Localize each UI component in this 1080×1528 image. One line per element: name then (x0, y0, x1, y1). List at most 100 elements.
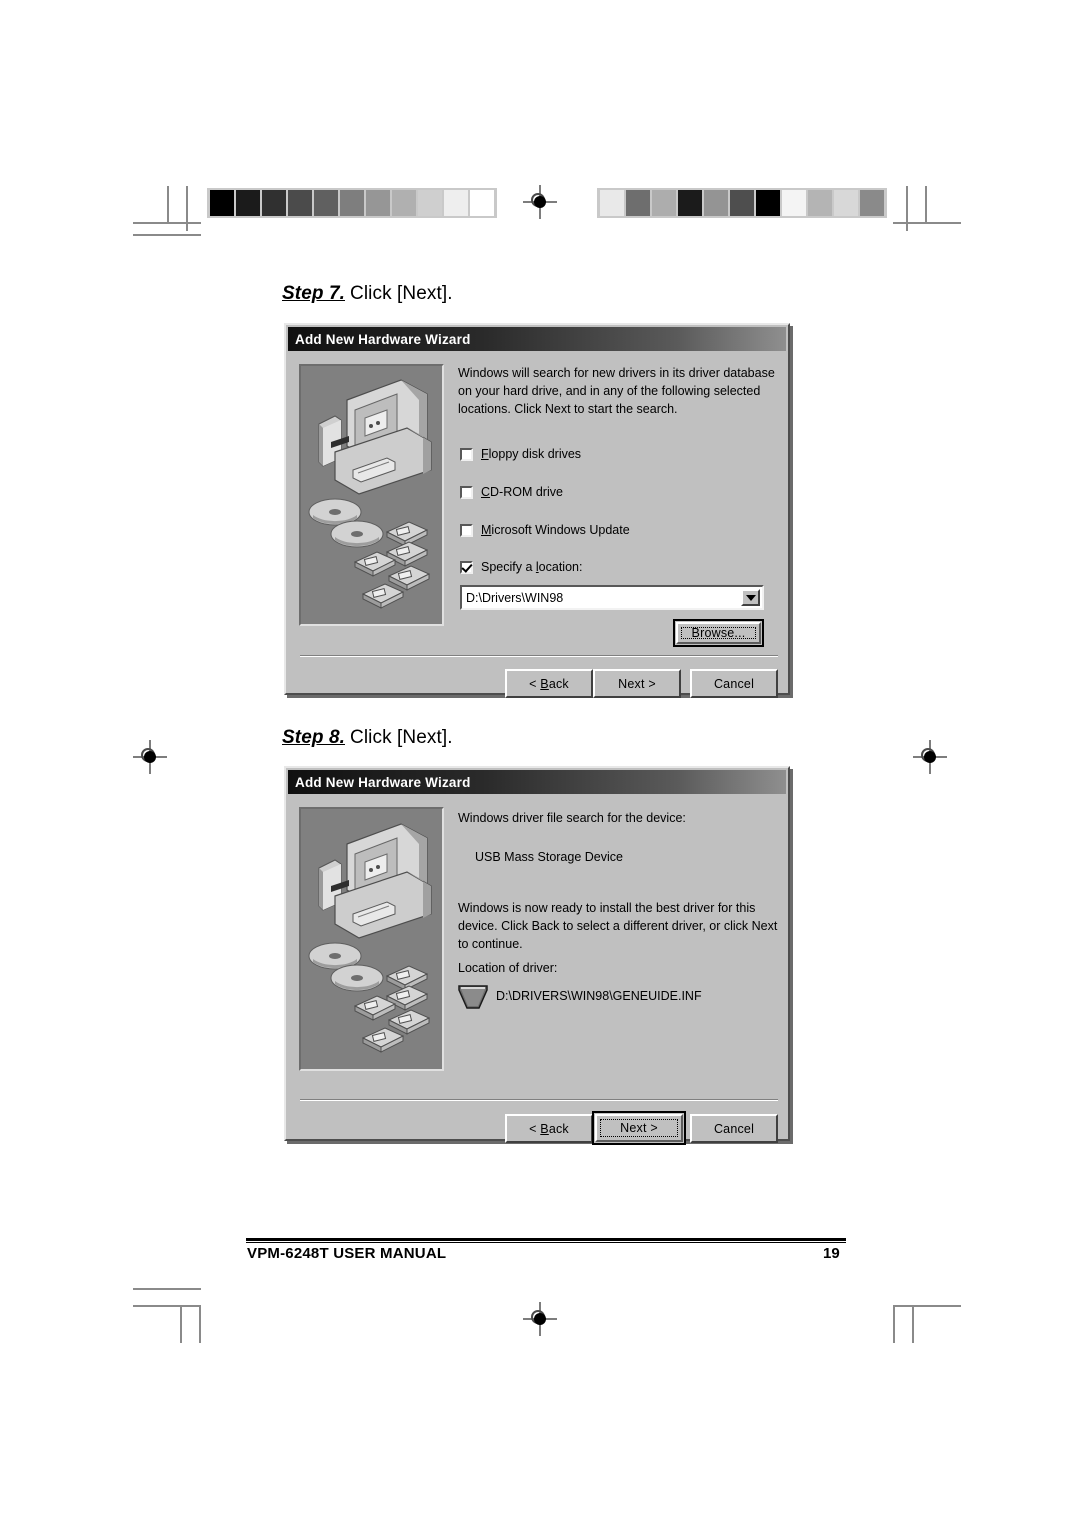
grayscale-patch-1 (626, 190, 650, 216)
grayscale-patch-5 (340, 190, 364, 216)
location-of-driver-label: Location of driver: (458, 961, 558, 975)
grayscale-patch-10 (860, 190, 884, 216)
checkbox-row-specify-a-location[interactable]: Specify a location: (460, 560, 582, 574)
grayscale-patch-4 (314, 190, 338, 216)
cancel-button-2-label: Cancel (713, 1121, 755, 1136)
footer-rule (246, 1238, 846, 1243)
grayscale-patch-1 (236, 190, 260, 216)
crop-line (925, 186, 927, 224)
next-button-2[interactable]: Next > (592, 1111, 686, 1145)
add-new-hardware-wizard-dialog-2[interactable]: Add New Hardware Wizard Windows driver f… (284, 766, 790, 1145)
crop-line (133, 1288, 201, 1290)
dialog-1-title-bar: Add New Hardware Wizard (288, 327, 786, 351)
dialog-1-description: Windows will search for new drivers in i… (458, 366, 775, 416)
dialog-2-title-bar: Add New Hardware Wizard (288, 770, 786, 794)
location-combobox-value: D:\Drivers\WIN98 (466, 590, 564, 605)
computer-and-media-illustration (308, 379, 432, 609)
checkbox-specify-a-location[interactable] (460, 561, 473, 574)
grayscale-patch-7 (782, 190, 806, 216)
crop-line (906, 186, 908, 231)
crop-line (893, 222, 961, 224)
checkbox-row-floppy-disk-drives[interactable]: Floppy disk drives (460, 447, 581, 461)
chevron-down-icon[interactable] (741, 589, 760, 606)
dialog-1-body: Windows will search for new drivers in i… (286, 351, 788, 698)
footer-title: VPM-6248T USER MANUAL (247, 1245, 447, 1262)
inf-file-icon (458, 984, 488, 1010)
step-7-heading: Step 7. Click [Next]. (282, 283, 453, 305)
grayscale-patch-9 (444, 190, 468, 216)
dialog-1-separator (300, 655, 778, 657)
crop-line (199, 1305, 201, 1343)
checkbox-label-floppy-disk-drives: Floppy disk drives (481, 447, 582, 461)
grayscale-patch-6 (756, 190, 780, 216)
crop-line (133, 1305, 201, 1307)
next-button-1-label: Next > (618, 676, 656, 691)
crop-line (893, 1305, 895, 1343)
checkbox-row-cd-rom-drive[interactable]: CD-ROM drive (460, 485, 563, 499)
grayscale-patch-5 (730, 190, 754, 216)
registration-mark-right (913, 740, 947, 774)
computer-and-media-illustration-2 (308, 823, 432, 1053)
checkbox-label-microsoft-windows-update: Microsoft Windows Update (481, 523, 630, 537)
grayscale-patch-4 (704, 190, 728, 216)
grayscale-patch-10 (470, 190, 494, 216)
dialog-2-separator (300, 1099, 778, 1101)
crop-line (133, 234, 201, 236)
hardware-illustration-panel-2 (299, 807, 444, 1071)
dialog-1-title: Add New Hardware Wizard (295, 331, 471, 347)
footer-page-number: 19 (823, 1245, 840, 1262)
cancel-button-1-label: Cancel (713, 676, 755, 691)
dialog-2-body: Windows driver file search for the devic… (286, 794, 788, 1145)
next-button-1[interactable]: Next > (593, 669, 681, 698)
grayscale-patch-3 (678, 190, 702, 216)
checkbox-cd-rom-drive[interactable] (460, 486, 473, 499)
grayscale-calibration-bar-left (207, 188, 497, 218)
crop-line (167, 186, 169, 224)
registration-mark-left (133, 740, 167, 774)
location-combobox[interactable]: D:\Drivers\WIN98 (460, 585, 764, 610)
back-button-1-label: < Back (529, 676, 569, 691)
grayscale-calibration-bar-right (597, 188, 887, 218)
crop-line (180, 1305, 182, 1343)
step-8-heading: Step 8. Click [Next]. (282, 727, 453, 749)
checkbox-label-cd-rom-drive: CD-ROM drive (481, 485, 563, 499)
driver-path: D:\DRIVERS\WIN98\GENEUIDE.INF (496, 989, 702, 1003)
checkbox-row-microsoft-windows-update[interactable]: Microsoft Windows Update (460, 523, 630, 537)
registration-mark-bottom (523, 1302, 557, 1336)
grayscale-patch-2 (652, 190, 676, 216)
step-7-label: Step 7. (282, 283, 345, 304)
step-8-label: Step 8. (282, 727, 345, 748)
crop-line (186, 186, 188, 231)
checkbox-label-specify-a-location: Specify a location: (481, 560, 583, 574)
grayscale-patch-9 (834, 190, 858, 216)
registration-mark-top (523, 185, 557, 219)
hardware-illustration-panel-1 (299, 364, 444, 626)
browse-button[interactable]: Browse... (673, 619, 764, 647)
dialog-2-title: Add New Hardware Wizard (295, 774, 471, 790)
grayscale-patch-6 (366, 190, 390, 216)
next-button-2-label: Next > (620, 1121, 658, 1135)
grayscale-patch-8 (808, 190, 832, 216)
grayscale-patch-7 (392, 190, 416, 216)
grayscale-patch-2 (262, 190, 286, 216)
dialog-2-heading-text: Windows driver file search for the devic… (458, 811, 686, 825)
grayscale-patch-3 (288, 190, 312, 216)
browse-button-label: Browse... (691, 626, 746, 640)
checkbox-floppy-disk-drives[interactable] (460, 448, 473, 461)
add-new-hardware-wizard-dialog-1[interactable]: Add New Hardware Wizard Windows will sea… (284, 323, 790, 698)
grayscale-patch-0 (210, 190, 234, 216)
grayscale-patch-8 (418, 190, 442, 216)
grayscale-patch-0 (600, 190, 624, 216)
cancel-button-2[interactable]: Cancel (690, 1114, 778, 1143)
back-button-1[interactable]: < Back (505, 669, 593, 698)
step-8-text: Click [Next]. (350, 727, 453, 748)
checkbox-microsoft-windows-update[interactable] (460, 524, 473, 537)
step-7-text: Click [Next]. (350, 283, 453, 304)
back-button-2[interactable]: < Back (505, 1114, 593, 1143)
back-button-2-label: < Back (529, 1121, 569, 1136)
crop-line (893, 1305, 961, 1307)
device-name: USB Mass Storage Device (475, 850, 623, 864)
crop-line (912, 1305, 914, 1343)
dialog-2-description: Windows is now ready to install the best… (458, 901, 778, 951)
cancel-button-1[interactable]: Cancel (690, 669, 778, 698)
